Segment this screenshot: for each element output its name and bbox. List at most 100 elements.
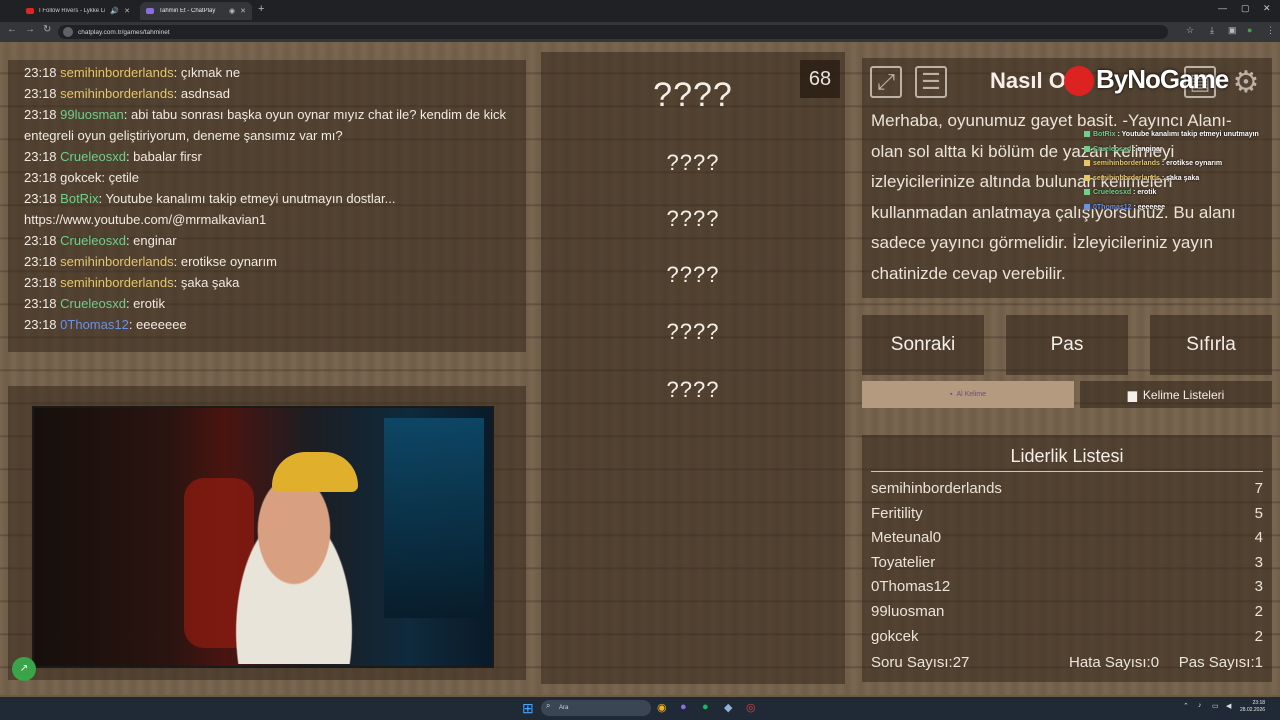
gear-icon[interactable]: ⚙ <box>1230 66 1262 99</box>
document-icon: ▆ <box>1127 387 1137 402</box>
chat-message: 23:18 BotRix: Youtube kanalımı takip etm… <box>24 188 519 230</box>
close-icon[interactable]: ✕ <box>124 7 130 15</box>
menu-icon[interactable]: ⋮ <box>1266 25 1275 36</box>
chat-text: : şaka şaka <box>173 275 240 290</box>
chat-username[interactable]: gokcek <box>60 170 101 185</box>
leaderboard-row: semihinborderlands 7 <box>871 477 1263 502</box>
reload-icon[interactable]: ↻ <box>43 24 51 35</box>
badge-icon <box>1084 189 1090 196</box>
chat-time: 23:18 <box>24 317 57 332</box>
chat-message: 23:18 semihinborderlands: şaka şaka <box>24 272 519 293</box>
chat-time: 23:18 <box>24 233 57 248</box>
chat-time: 23:18 <box>24 86 57 101</box>
player-score: 5 <box>1254 504 1263 522</box>
divider <box>871 471 1263 472</box>
chat-username[interactable]: 99luosman <box>60 107 124 122</box>
forward-icon[interactable]: → <box>25 24 35 35</box>
leaderboard-row: Feritility 5 <box>871 502 1263 527</box>
chat-username[interactable]: 0Thomas12 <box>60 317 129 332</box>
overlay-chat-line: BotRix : Youtube kanalımı takip etmeyi u… <box>1084 128 1280 143</box>
clock-time: 23:18 <box>1252 700 1266 706</box>
reset-button[interactable]: Sıfırla <box>1150 315 1272 375</box>
obs-icon[interactable]: ◎ <box>746 701 756 714</box>
chat-username[interactable]: Crueleosxd <box>60 233 126 248</box>
chat-username[interactable]: semihinborderlands <box>60 65 173 80</box>
pass-button[interactable]: Pas <box>1006 315 1128 375</box>
clock[interactable]: 23:18 28.02.2026 <box>1240 700 1265 714</box>
player-name: Toyatelier <box>871 553 936 571</box>
tab-chatplay[interactable]: Tahmin Et - ChatPlay ◉ ✕ <box>140 2 252 20</box>
player-name: 99luosman <box>871 602 945 620</box>
badge-icon <box>1084 174 1090 181</box>
fullscreen-icon[interactable]: ⤢ <box>870 66 902 98</box>
webcam-feed <box>32 406 494 668</box>
chrome-icon[interactable]: ◉ <box>657 701 667 714</box>
spotify-icon[interactable]: ● <box>702 701 709 713</box>
logo-text: ByNoGame <box>1096 64 1229 94</box>
chat-time: 23:18 <box>24 170 57 185</box>
chat-text: : erotik <box>125 296 165 311</box>
chatplay-icon <box>146 8 154 14</box>
download-icon[interactable]: ⤓ <box>1210 25 1214 36</box>
record-icon: ◉ <box>229 8 236 15</box>
tab-music[interactable]: I Follow Rivers - Lykke Li (l... 🔊 ✕ <box>20 2 136 20</box>
address-bar[interactable]: chatplay.com.tr/games/tahminet <box>58 25 1168 39</box>
speaker-icon: 🔊 <box>110 8 120 15</box>
overlay-chat-line: semihinborderlands : erotikse oynarım <box>1084 157 1280 172</box>
tab-get-word[interactable]: ▪ Al Kelime <box>862 381 1074 408</box>
search-placeholder: Ara <box>559 705 569 711</box>
leaderboard-row: Toyatelier 3 <box>871 551 1263 576</box>
chat-username[interactable]: semihinborderlands <box>60 254 173 269</box>
word-slots-panel <box>541 52 845 684</box>
chat-message: 23:18 gokcek: çetile <box>24 167 519 188</box>
tray-chevron-icon[interactable]: ⌃ <box>1183 702 1189 710</box>
extension-icon[interactable]: ▣ <box>1228 25 1237 36</box>
hidden-word-slot: ???? <box>666 150 720 175</box>
app-icon[interactable]: ● <box>680 701 687 713</box>
chat-message: 23:18 Crueleosxd: babalar firsr <box>24 146 519 167</box>
hidden-word-slot: ???? <box>666 262 720 287</box>
chat-message: 23:18 Crueleosxd: enginar <box>24 230 519 251</box>
youtube-icon <box>26 8 34 14</box>
chat-time: 23:18 <box>24 296 57 311</box>
logo-badge-icon <box>1064 66 1094 97</box>
chat-username[interactable]: Crueleosxd <box>60 149 126 164</box>
mic-icon[interactable]: ♪ <box>1198 702 1202 709</box>
close-icon[interactable]: ✕ <box>240 7 246 15</box>
volume-icon[interactable]: ◀ <box>1226 702 1231 710</box>
minimize-button[interactable]: — <box>1218 3 1227 13</box>
hidden-word-slot: ???? <box>666 206 720 231</box>
tab-label: Al Kelime <box>956 391 987 398</box>
chat-username[interactable]: BotRix <box>60 191 98 206</box>
error-count: Hata Sayısı:0 <box>1069 654 1160 671</box>
bookmark-star-icon[interactable]: ☆ <box>1186 25 1194 36</box>
network-icon[interactable]: ▭ <box>1212 702 1219 710</box>
tab-word-lists[interactable]: ▆ Kelime Listeleri <box>1080 381 1272 408</box>
steam-icon[interactable]: ◆ <box>724 701 732 714</box>
overlay-chat-line: semihinborderlands : şaka şaka <box>1084 172 1280 187</box>
chat-username[interactable]: Crueleosxd <box>60 296 126 311</box>
status-dot-icon[interactable]: ↗ <box>12 657 36 681</box>
info-title: Nasıl O <box>990 68 1066 93</box>
player-score: 3 <box>1254 578 1263 596</box>
back-icon[interactable]: ← <box>7 24 17 35</box>
site-info-icon[interactable] <box>63 27 73 37</box>
question-count: Soru Sayısı:27 <box>871 654 970 671</box>
next-button[interactable]: Sonraki <box>862 315 984 375</box>
player-name: semihinborderlands <box>871 480 1002 497</box>
overlay-text: : enginar <box>1131 145 1163 153</box>
overlay-username: semihinborderlands <box>1093 174 1160 182</box>
notes-icon[interactable]: ☰ <box>915 66 947 98</box>
leaderboard-row: Meteunal0 4 <box>871 526 1263 551</box>
pass-count: Pas Sayısı:1 <box>1178 654 1263 671</box>
chat-username[interactable]: semihinborderlands <box>60 275 173 290</box>
tab-label: Kelime Listeleri <box>1142 387 1225 402</box>
profile-icon[interactable]: ● <box>1247 25 1252 35</box>
taskbar-search[interactable]: Ara <box>541 700 651 716</box>
chat-time: 23:18 <box>24 275 57 290</box>
chat-username[interactable]: semihinborderlands <box>60 86 173 101</box>
windows-icon[interactable]: ⊞ <box>522 700 534 717</box>
close-window-button[interactable]: ✕ <box>1263 3 1271 14</box>
maximize-button[interactable]: ▢ <box>1241 3 1250 14</box>
new-tab-button[interactable]: + <box>258 3 264 15</box>
